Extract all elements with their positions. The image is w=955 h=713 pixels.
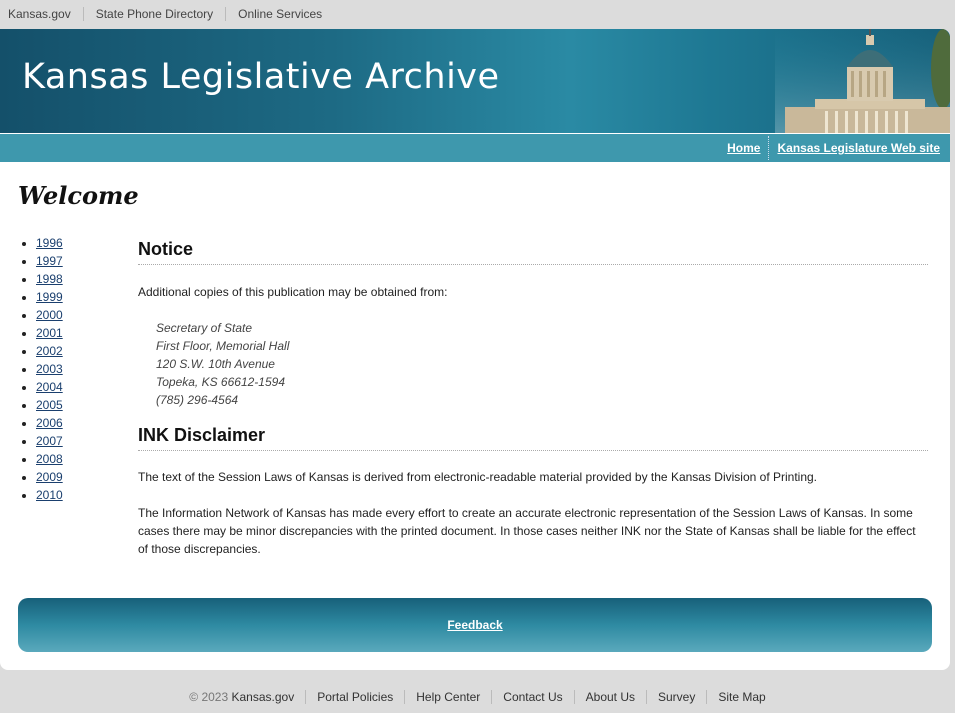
site-footer: © 2023 Kansas.gov Portal Policies Help C… <box>0 686 955 708</box>
year-list: 1996 1997 1998 1999 2000 2001 2002 2003 … <box>36 235 63 505</box>
divider <box>225 7 227 21</box>
year-link[interactable]: 2001 <box>36 326 63 340</box>
survey-link[interactable]: Survey <box>658 690 695 704</box>
divider <box>82 7 84 21</box>
list-item: 1998 <box>36 271 63 289</box>
divider <box>305 690 307 704</box>
main-content: Notice Additional copies of this publica… <box>138 239 928 558</box>
legislature-site-link[interactable]: Kansas Legislature Web site <box>777 141 940 155</box>
list-item: 2006 <box>36 415 63 433</box>
list-item: 1999 <box>36 289 63 307</box>
year-link[interactable]: 1997 <box>36 254 63 268</box>
address-line: Topeka, KS 66612-1594 <box>156 375 285 389</box>
divider <box>573 690 575 704</box>
top-nav: Home Kansas Legislature Web site <box>0 134 950 162</box>
year-link[interactable]: 2004 <box>36 380 63 394</box>
site-map-link[interactable]: Site Map <box>718 690 765 704</box>
divider <box>768 136 770 160</box>
feedback-bar: Feedback <box>18 598 932 652</box>
divider <box>646 690 647 704</box>
kansas-gov-link[interactable]: Kansas.gov <box>8 7 71 21</box>
address-block: Secretary of State First Floor, Memorial… <box>156 319 928 409</box>
year-link[interactable]: 2008 <box>36 452 63 466</box>
list-item: 2007 <box>36 433 63 451</box>
contact-us-link[interactable]: Contact Us <box>503 690 562 704</box>
year-link[interactable]: 2000 <box>36 308 63 322</box>
help-center-link[interactable]: Help Center <box>416 690 480 704</box>
divider <box>404 690 406 704</box>
home-link[interactable]: Home <box>727 141 760 155</box>
year-link[interactable]: 2007 <box>36 434 63 448</box>
list-item: 2001 <box>36 325 63 343</box>
divider <box>706 690 708 704</box>
online-services-link[interactable]: Online Services <box>238 7 322 21</box>
disclaimer-heading: INK Disclaimer <box>138 425 928 451</box>
list-item: 2010 <box>36 487 63 505</box>
page-title: Welcome <box>18 181 139 210</box>
disclaimer-paragraph: The Information Network of Kansas has ma… <box>138 506 916 556</box>
site-title: Kansas Legislative Archive <box>22 57 500 97</box>
main-container: Kansas Legislative Archive Home Kansas L… <box>0 29 950 670</box>
notice-intro: Additional copies of this publication ma… <box>138 285 448 299</box>
list-item: 2008 <box>36 451 63 469</box>
address-line: 120 S.W. 10th Avenue <box>156 357 275 371</box>
year-link[interactable]: 1999 <box>36 290 63 304</box>
year-link[interactable]: 1996 <box>36 236 63 250</box>
kansas-gov-footer-link[interactable]: Kansas.gov <box>232 690 295 704</box>
year-link[interactable]: 2005 <box>36 398 63 412</box>
year-link[interactable]: 2002 <box>36 344 63 358</box>
capitol-building-image <box>775 29 950 133</box>
divider <box>491 690 493 704</box>
list-item: 2009 <box>36 469 63 487</box>
list-item: 2005 <box>36 397 63 415</box>
portal-policies-link[interactable]: Portal Policies <box>317 690 393 704</box>
year-link[interactable]: 2009 <box>36 470 63 484</box>
list-item: 1996 <box>36 235 63 253</box>
feedback-link[interactable]: Feedback <box>447 618 502 632</box>
phone-directory-link[interactable]: State Phone Directory <box>96 7 213 21</box>
site-banner: Kansas Legislative Archive <box>0 29 950 133</box>
address-line: First Floor, Memorial Hall <box>156 339 290 353</box>
disclaimer-paragraph: The text of the Session Laws of Kansas i… <box>138 470 818 484</box>
list-item: 1997 <box>36 253 63 271</box>
list-item: 2002 <box>36 343 63 361</box>
year-link[interactable]: 1998 <box>36 272 63 286</box>
utility-bar: Kansas.gov State Phone Directory Online … <box>0 0 955 28</box>
list-item: 2003 <box>36 361 63 379</box>
copyright: © 2023 <box>189 690 229 704</box>
list-item: 2004 <box>36 379 63 397</box>
year-link[interactable]: 2010 <box>36 488 63 502</box>
list-item: 2000 <box>36 307 63 325</box>
year-link[interactable]: 2003 <box>36 362 63 376</box>
year-link[interactable]: 2006 <box>36 416 63 430</box>
notice-heading: Notice <box>138 239 928 265</box>
about-us-link[interactable]: About Us <box>586 690 635 704</box>
address-line: Secretary of State <box>156 321 253 335</box>
address-line: (785) 296-4564 <box>156 393 239 407</box>
